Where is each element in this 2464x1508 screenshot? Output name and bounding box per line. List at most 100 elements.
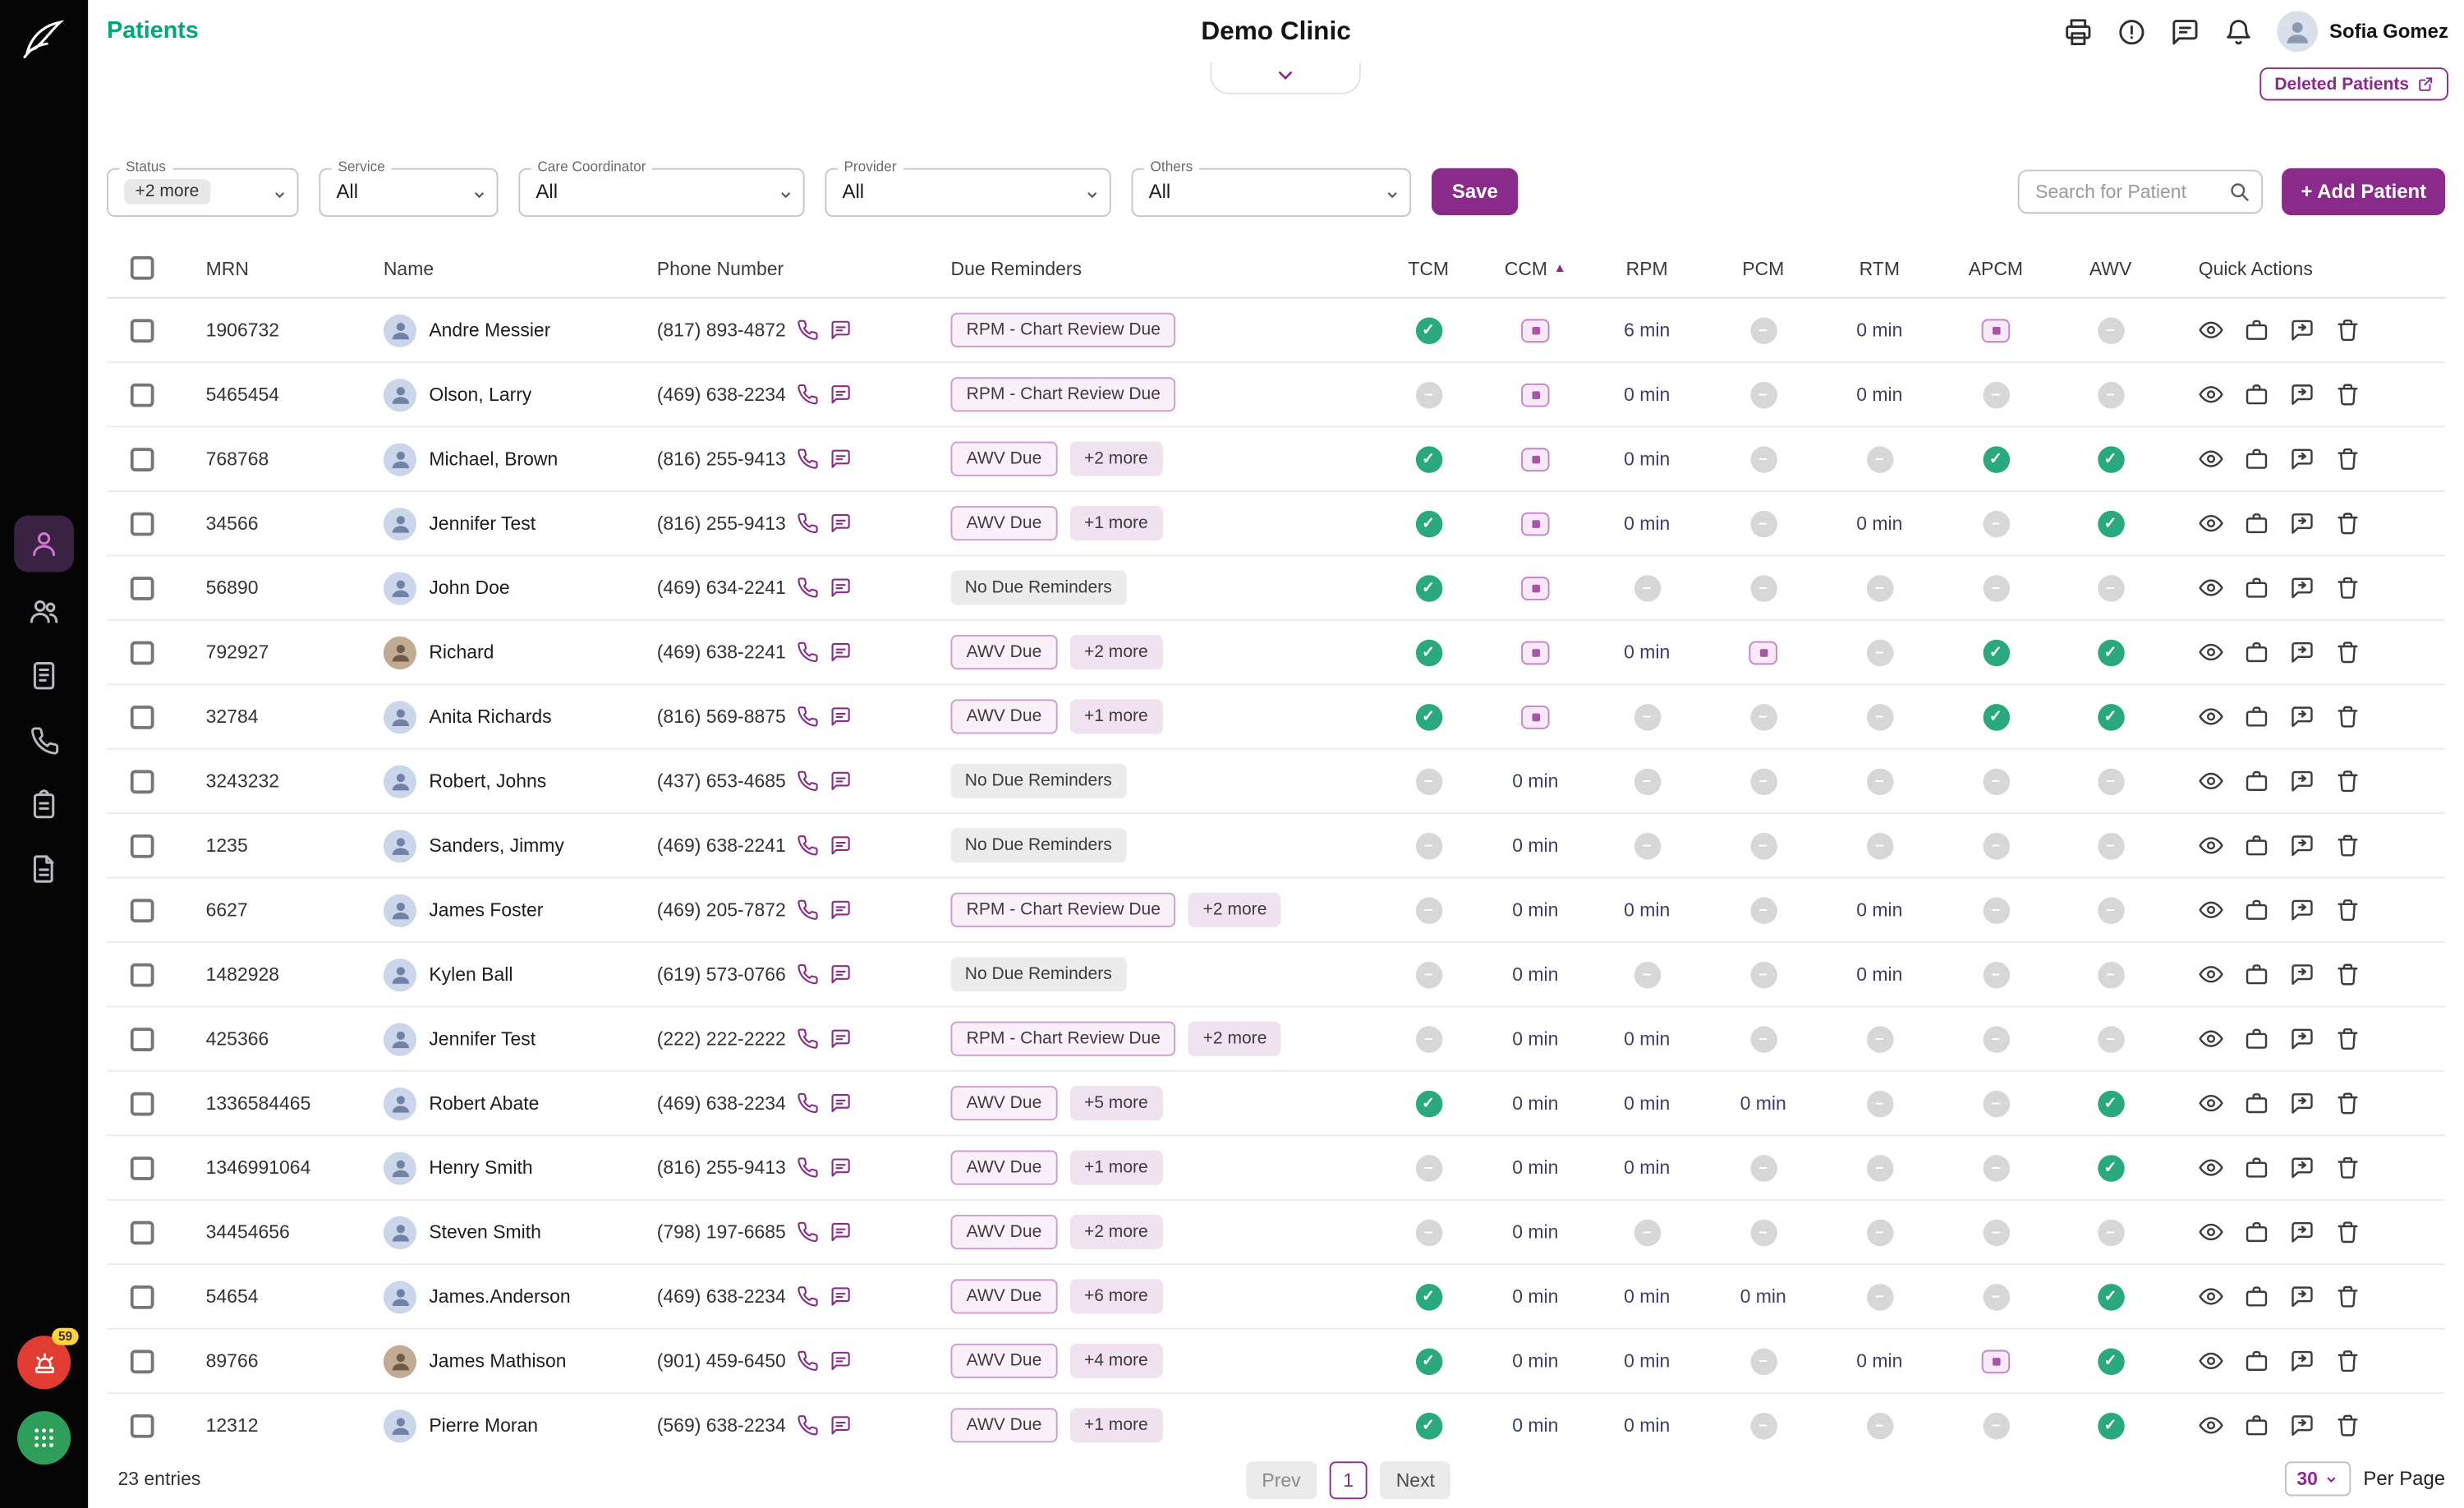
patient-visits-button[interactable]: [2244, 446, 2269, 471]
column-header-tcm[interactable]: TCM: [1375, 257, 1482, 279]
row-checkbox[interactable]: [130, 898, 154, 922]
sms-icon[interactable]: [830, 963, 852, 986]
rpm-minutes[interactable]: 0 min: [1624, 1285, 1670, 1308]
row-checkbox[interactable]: [130, 1027, 154, 1051]
column-header-due-reminders[interactable]: Due Reminders: [919, 257, 1375, 279]
rpm-minutes[interactable]: 0 min: [1624, 513, 1670, 535]
row-checkbox[interactable]: [130, 576, 154, 600]
patient-chat-button[interactable]: [2290, 1413, 2315, 1438]
fax-icon[interactable]: [2064, 16, 2094, 46]
patient-chat-button[interactable]: [2290, 769, 2315, 794]
sms-icon[interactable]: [830, 899, 852, 921]
row-checkbox[interactable]: [130, 382, 154, 407]
delete-patient-button[interactable]: [2335, 704, 2361, 729]
care-coordinator-filter[interactable]: Care Coordinator All: [518, 158, 805, 217]
ccm-minutes[interactable]: 0 min: [1512, 1414, 1558, 1437]
view-patient-button[interactable]: [2199, 769, 2224, 794]
user-menu[interactable]: Sofia Gomez: [2277, 11, 2448, 53]
view-patient-button[interactable]: [2199, 575, 2224, 600]
more-reminders-chip[interactable]: +6 more: [1069, 1279, 1163, 1314]
row-checkbox[interactable]: [130, 834, 154, 857]
call-icon[interactable]: [797, 1285, 819, 1308]
status-filter[interactable]: Status +2 more: [107, 158, 299, 217]
call-icon[interactable]: [797, 1156, 819, 1179]
row-checkbox[interactable]: [130, 511, 154, 536]
rpm-minutes[interactable]: 6 min: [1624, 319, 1670, 341]
prev-page-button[interactable]: Prev: [1246, 1461, 1317, 1500]
delete-patient-button[interactable]: [2335, 1091, 2361, 1116]
patient-name[interactable]: Kylen Ball: [429, 963, 513, 986]
alerts-icon[interactable]: [2117, 16, 2147, 46]
sms-icon[interactable]: [830, 513, 852, 535]
patient-visits-button[interactable]: [2244, 640, 2269, 665]
more-reminders-chip[interactable]: +1 more: [1069, 699, 1163, 734]
sms-icon[interactable]: [830, 834, 852, 857]
rpm-minutes[interactable]: 0 min: [1624, 1156, 1670, 1179]
view-patient-button[interactable]: [2199, 382, 2224, 407]
call-icon[interactable]: [797, 963, 819, 986]
call-icon[interactable]: [797, 899, 819, 921]
call-icon[interactable]: [797, 706, 819, 728]
ccm-minutes[interactable]: 0 min: [1512, 834, 1558, 857]
view-patient-button[interactable]: [2199, 962, 2224, 987]
call-icon[interactable]: [797, 1221, 819, 1244]
call-icon[interactable]: [797, 1028, 819, 1050]
view-patient-button[interactable]: [2199, 1284, 2224, 1309]
ccm-minutes[interactable]: 0 min: [1512, 1028, 1558, 1050]
sms-icon[interactable]: [830, 1414, 852, 1437]
delete-patient-button[interactable]: [2335, 1284, 2361, 1309]
row-checkbox[interactable]: [130, 447, 154, 471]
patient-name[interactable]: Henry Smith: [429, 1156, 532, 1179]
view-patient-button[interactable]: [2199, 640, 2224, 665]
sidebar-item-reports[interactable]: [14, 844, 74, 894]
view-patient-button[interactable]: [2199, 317, 2224, 343]
view-patient-button[interactable]: [2199, 1155, 2224, 1180]
patient-visits-button[interactable]: [2244, 511, 2269, 536]
sms-icon[interactable]: [830, 1285, 852, 1308]
delete-patient-button[interactable]: [2335, 1155, 2361, 1180]
column-header-apcm[interactable]: APCM: [1938, 257, 2054, 279]
rtm-minutes[interactable]: 0 min: [1856, 513, 1902, 535]
patient-chat-button[interactable]: [2290, 640, 2315, 665]
call-icon[interactable]: [797, 384, 819, 406]
row-checkbox[interactable]: [130, 769, 154, 793]
column-header-phone[interactable]: Phone Number: [628, 257, 919, 279]
patient-name[interactable]: Michael, Brown: [429, 448, 558, 470]
per-page-select[interactable]: 30: [2284, 1461, 2351, 1497]
patient-chat-button[interactable]: [2290, 1026, 2315, 1051]
sms-icon[interactable]: [830, 641, 852, 664]
patient-visits-button[interactable]: [2244, 897, 2269, 922]
call-icon[interactable]: [797, 834, 819, 857]
sms-icon[interactable]: [830, 448, 852, 470]
view-patient-button[interactable]: [2199, 704, 2224, 729]
patient-visits-button[interactable]: [2244, 1091, 2269, 1116]
row-checkbox[interactable]: [130, 1285, 154, 1308]
call-icon[interactable]: [797, 448, 819, 470]
patient-chat-button[interactable]: [2290, 317, 2315, 343]
row-checkbox[interactable]: [130, 705, 154, 729]
delete-patient-button[interactable]: [2335, 1220, 2361, 1245]
row-checkbox[interactable]: [130, 640, 154, 664]
patient-name[interactable]: John Doe: [429, 577, 509, 599]
patient-chat-button[interactable]: [2290, 1284, 2315, 1309]
column-header-mrn[interactable]: MRN: [177, 257, 355, 279]
select-all-checkbox[interactable]: [130, 255, 154, 280]
next-page-button[interactable]: Next: [1380, 1461, 1451, 1500]
sms-icon[interactable]: [830, 319, 852, 341]
row-checkbox[interactable]: [130, 318, 154, 343]
ccm-minutes[interactable]: 0 min: [1512, 1156, 1558, 1179]
call-icon[interactable]: [797, 1350, 819, 1372]
row-checkbox[interactable]: [130, 1156, 154, 1179]
messages-icon[interactable]: [2171, 16, 2200, 46]
rpm-minutes[interactable]: 0 min: [1624, 448, 1670, 470]
column-header-name[interactable]: Name: [355, 257, 628, 279]
patient-name[interactable]: Jennifer Test: [429, 513, 536, 535]
patient-chat-button[interactable]: [2290, 575, 2315, 600]
patient-name[interactable]: Jennifer Test: [429, 1028, 536, 1050]
view-patient-button[interactable]: [2199, 446, 2224, 471]
rtm-minutes[interactable]: 0 min: [1856, 963, 1902, 986]
view-patient-button[interactable]: [2199, 511, 2224, 536]
view-patient-button[interactable]: [2199, 1026, 2224, 1051]
delete-patient-button[interactable]: [2335, 575, 2361, 600]
patient-visits-button[interactable]: [2244, 1026, 2269, 1051]
